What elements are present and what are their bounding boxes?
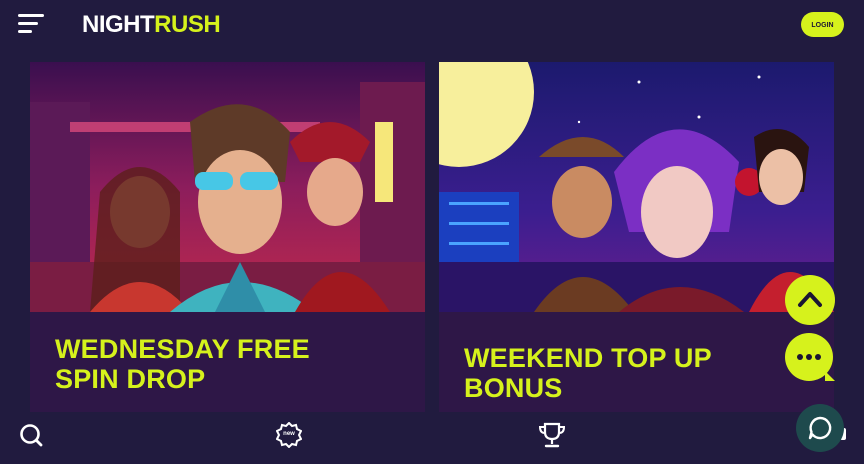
search-icon[interactable] [18, 422, 44, 448]
promo-title-weekend: WEEKEND TOP UP BONUS [464, 343, 712, 403]
bottom-nav: new [0, 412, 864, 464]
chat-dots-icon [797, 354, 821, 360]
new-badge-text: new [283, 431, 295, 437]
trophy-icon[interactable] [537, 421, 567, 449]
menu-icon[interactable] [18, 14, 44, 36]
new-games-icon[interactable]: new [276, 422, 302, 448]
logo-part-night: NIGHT [82, 11, 155, 38]
promo-image-weekend [439, 62, 834, 312]
logo[interactable]: NIGHTRUSH [82, 11, 221, 39]
promo-image-wednesday [30, 62, 425, 312]
promo-title-line1: WEDNESDAY FREE [55, 334, 310, 364]
promo-title-line1: WEEKEND TOP UP [464, 343, 712, 373]
logo-part-rush: RUSH [154, 11, 221, 38]
promo-title-line2: SPIN DROP [55, 364, 206, 394]
promo-card-wednesday[interactable]: WEDNESDAY FREE SPIN DROP [30, 62, 425, 412]
login-button[interactable]: LOGIN [801, 12, 844, 37]
top-bar: NIGHTRUSH LOGIN [0, 0, 864, 52]
promo-card-weekend[interactable]: WEEKEND TOP UP BONUS [439, 62, 834, 412]
promo-title-line2: BONUS [464, 373, 563, 403]
support-chat-button[interactable] [796, 404, 844, 452]
promo-title-wednesday: WEDNESDAY FREE SPIN DROP [55, 334, 310, 394]
support-chat-icon [808, 416, 832, 440]
chevron-up-icon [798, 292, 822, 307]
scroll-top-button[interactable] [785, 275, 835, 325]
chat-button[interactable] [785, 333, 835, 381]
